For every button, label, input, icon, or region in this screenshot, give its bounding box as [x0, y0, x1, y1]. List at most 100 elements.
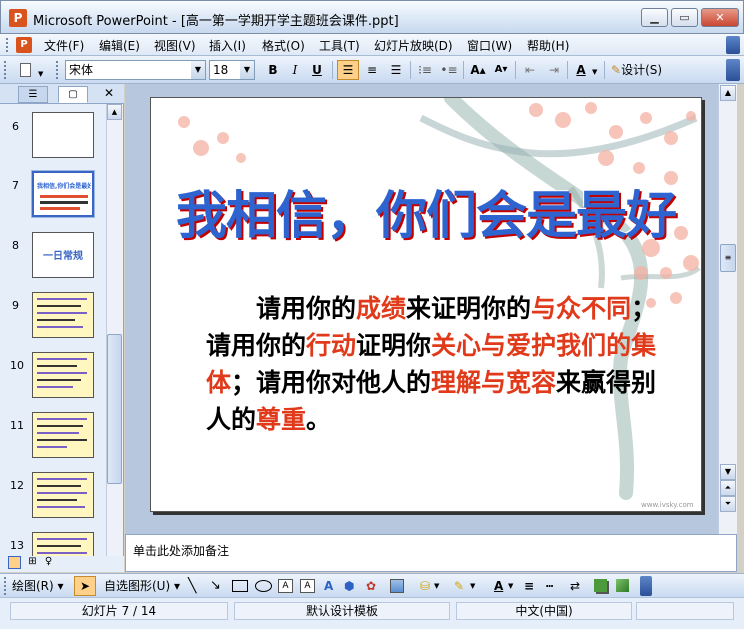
close-panel-button[interactable]: ✕ [104, 86, 114, 100]
3d-style-icon[interactable] [616, 579, 629, 592]
draw-font-color-icon[interactable]: A [494, 577, 503, 595]
line-color-icon[interactable]: ✎ [454, 577, 464, 595]
align-left-button[interactable]: ☰ [337, 60, 359, 80]
slides-tab[interactable]: ▢ [58, 86, 88, 103]
minimize-button[interactable]: ▁ [641, 8, 668, 27]
toolbar-overflow-button[interactable] [726, 59, 740, 81]
toolbar-grip[interactable] [4, 577, 8, 595]
slide-scrollbar[interactable]: ▲ ≡ ▼ ⏶ ⏷ [718, 84, 737, 534]
chevron-down-icon[interactable]: ▼ [191, 61, 205, 79]
decrease-indent-button[interactable]: ⇤ [519, 60, 541, 80]
scrollbar-thumb[interactable]: ≡ [720, 244, 736, 272]
italic-button[interactable]: I [285, 60, 305, 80]
increase-font-button[interactable]: A▴ [467, 60, 489, 80]
previous-slide-icon[interactable]: ⏶ [720, 480, 736, 496]
normal-view-icon[interactable] [8, 556, 21, 569]
font-size-combo[interactable]: 18 ▼ [209, 60, 255, 80]
decrease-font-button[interactable]: A▾ [490, 60, 512, 80]
document-icon[interactable]: P [16, 37, 32, 53]
draw-menu-button[interactable]: 绘图(R) ▾ [12, 577, 64, 595]
drawing-toolbar-overflow-button[interactable] [640, 576, 652, 596]
slide-sorter-view-icon[interactable]: ⊞ [26, 556, 39, 569]
next-slide-icon[interactable]: ⏷ [720, 496, 736, 512]
new-dropdown-arrow-icon[interactable]: ▼ [38, 70, 43, 78]
menu-edit[interactable]: 编辑(E) [99, 37, 140, 54]
body-text: 。 [306, 405, 332, 434]
thumbnail-number: 8 [12, 239, 19, 252]
diagram-tool-icon[interactable]: ⬢ [344, 577, 354, 595]
bullets-button[interactable]: •≡ [438, 60, 460, 80]
slideshow-view-icon[interactable]: ♀ [42, 556, 55, 569]
shadow-style-icon[interactable] [594, 579, 607, 592]
font-color-dropdown-icon[interactable]: ▼ [592, 68, 597, 76]
powerpoint-app-icon[interactable]: P [9, 9, 27, 27]
slide-thumbnail-7[interactable]: 我相信,你们会是最好 [31, 170, 95, 218]
align-center-button[interactable]: ≡ [361, 60, 383, 80]
scrollbar-thumb[interactable] [107, 334, 122, 484]
line-tool-icon[interactable]: ╲ [188, 577, 196, 595]
menu-overflow-button[interactable] [726, 36, 740, 54]
arrow-style-icon[interactable]: ⇄ [570, 577, 580, 595]
close-button[interactable]: ✕ [701, 8, 739, 27]
draw-font-color-dropdown-icon[interactable]: ▼ [508, 577, 513, 595]
thumbnail-scrollbar[interactable]: ▲ [106, 104, 123, 556]
design-button[interactable]: ✎设计(S) [608, 60, 670, 80]
menu-window[interactable]: 窗口(W) [467, 37, 512, 54]
slide-thumbnail-8[interactable]: 一日常规 [32, 232, 94, 278]
menu-tools[interactable]: 工具(T) [319, 37, 360, 54]
language-status[interactable]: 中文(中国) [456, 602, 632, 620]
clipart-tool-icon[interactable]: ✿ [366, 577, 376, 595]
menu-insert[interactable]: 插入(I) [209, 37, 246, 54]
underline-button[interactable]: U [307, 60, 327, 80]
slide-thumbnail-12[interactable] [32, 472, 94, 518]
vertical-textbox-tool-icon[interactable]: A [300, 579, 315, 593]
dash-style-icon[interactable]: ┅ [546, 577, 553, 595]
bold-button[interactable]: B [263, 60, 283, 80]
font-name-combo[interactable]: 宋体 ▼ [65, 60, 206, 80]
toolbar-grip[interactable] [4, 61, 8, 79]
align-left-icon: ☰ [342, 63, 354, 77]
notes-pane[interactable]: 单击此处添加备注 [125, 534, 737, 572]
slide-thumbnail-9[interactable] [32, 292, 94, 338]
align-right-button[interactable]: ☰ [385, 60, 407, 80]
thumbnail-number: 9 [12, 299, 19, 312]
design-template-status[interactable]: 默认设计模板 [234, 602, 450, 620]
menu-help[interactable]: 帮助(H) [527, 37, 569, 54]
toolbar-grip-2[interactable] [56, 61, 60, 79]
fill-color-icon[interactable]: ⛁ [420, 577, 430, 595]
wordart-tool-icon[interactable]: A [324, 577, 333, 595]
slide-thumbnail-11[interactable] [32, 412, 94, 458]
slide-body-text[interactable]: 请用你的成绩来证明你的与众不同；请用你的行动证明你关心与爱护我们的集体；请用你对… [206, 290, 674, 438]
fill-color-dropdown-icon[interactable]: ▼ [434, 577, 439, 595]
slide-canvas[interactable]: 我相信，你们会是最好 请用你的成绩来证明你的与众不同；请用你的行动证明你关心与爱… [150, 97, 702, 512]
scroll-up-icon[interactable]: ▲ [107, 104, 122, 120]
numbering-button[interactable]: ⁝≡ [414, 60, 436, 80]
textbox-tool-icon[interactable]: A [278, 579, 293, 593]
font-color-button[interactable]: A [571, 60, 591, 80]
rectangle-tool-icon[interactable] [232, 580, 248, 592]
autoshapes-button[interactable]: 自选图形(U) ▾ [104, 577, 180, 595]
slide-thumbnail-10[interactable] [32, 352, 94, 398]
increase-indent-button[interactable]: ⇥ [543, 60, 565, 80]
insert-picture-icon[interactable] [390, 579, 404, 593]
menu-file[interactable]: 文件(F) [44, 37, 84, 54]
outline-tab[interactable]: ☰ [18, 86, 48, 103]
select-objects-button[interactable]: ➤ [74, 576, 96, 596]
new-document-button[interactable] [14, 60, 36, 80]
chevron-down-icon[interactable]: ▼ [240, 61, 254, 79]
line-style-icon[interactable]: ≡ [524, 577, 534, 595]
arrow-tool-icon[interactable]: ↘ [210, 577, 221, 595]
slide-title[interactable]: 我相信，你们会是最好 [161, 174, 691, 248]
menu-grip[interactable] [6, 38, 10, 52]
thumbnail-text-line [37, 319, 75, 321]
slide-thumbnail-6[interactable] [32, 112, 94, 158]
scroll-up-icon[interactable]: ▲ [720, 85, 736, 101]
menu-format[interactable]: 格式(O) [262, 37, 305, 54]
maximize-button[interactable]: ▭ [671, 8, 698, 27]
line-color-dropdown-icon[interactable]: ▼ [470, 577, 475, 595]
slide-thumbnail-13[interactable] [32, 532, 94, 556]
menu-view[interactable]: 视图(V) [154, 37, 196, 54]
oval-tool-icon[interactable] [255, 580, 272, 592]
scroll-down-icon[interactable]: ▼ [720, 464, 736, 480]
menu-slideshow[interactable]: 幻灯片放映(D) [374, 37, 453, 54]
